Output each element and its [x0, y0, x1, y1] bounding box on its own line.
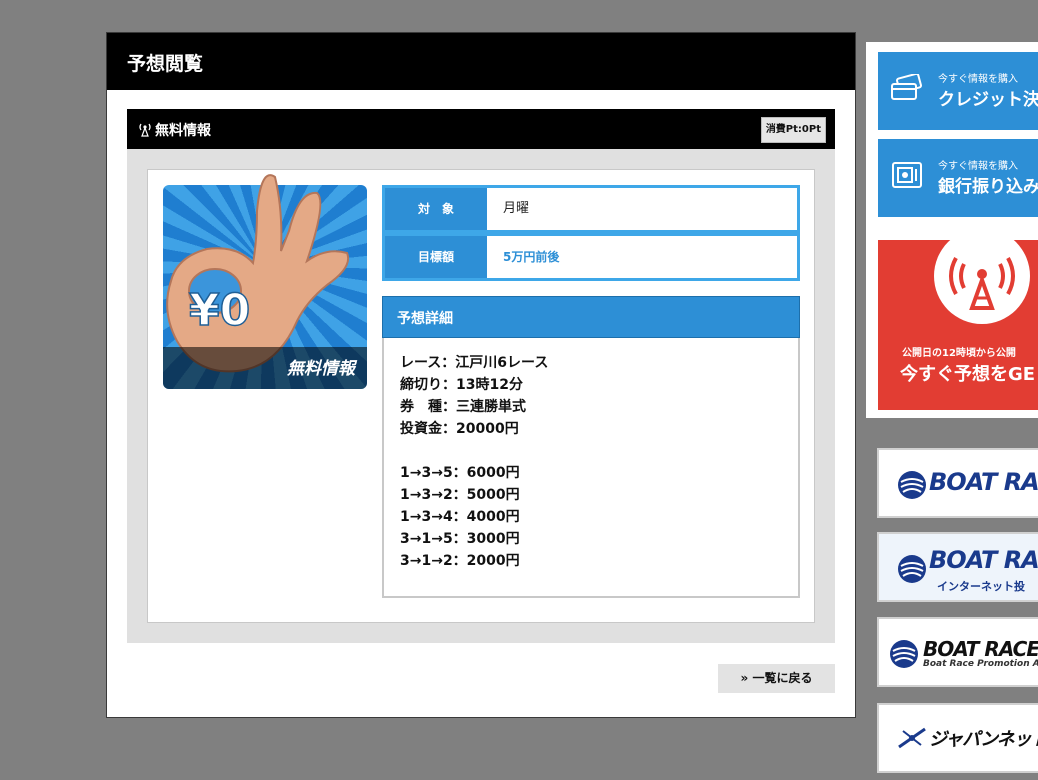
purchase-sidebar: 今すぐ情報を購入 クレジット決 今すぐ情報を購入 銀行振り込み 公開日の12時頃… [866, 42, 1038, 418]
caption-band: 無料情報 [163, 347, 367, 389]
get-big-label: 今すぐ予想をGE [900, 364, 1036, 385]
bank-big-label: 銀行振り込み [938, 177, 1038, 197]
banner-text: BOAT RACE [929, 468, 1038, 496]
broadcast-badge [934, 240, 1030, 324]
back-to-list-button[interactable]: » 一覧に戻る [718, 664, 835, 693]
goal-value: 5万円前後 [503, 250, 560, 264]
banner-text: ジャパンネット銀 [929, 729, 1038, 750]
content-frame: ¥0 無料情報 対 象 月曜 目標額 5万円前後 予想詳細 レース：江戸川6レー… [127, 149, 835, 643]
detail-header: 予想詳細 [382, 296, 800, 338]
boatrace-banner[interactable]: BOAT RACE [877, 448, 1038, 518]
broadcast-icon [949, 257, 1015, 310]
japannet-bank-banner[interactable]: ジャパンネット銀 [877, 703, 1038, 773]
bet-line: 1→3→5：6000円 [400, 465, 520, 481]
deadline-line: 締切り：13時12分 [400, 377, 523, 393]
get-small-label: 公開日の12時頃から公開 [902, 348, 1016, 359]
bank-small-label: 今すぐ情報を購入 [938, 161, 1018, 172]
zero-yen-text: ¥0 [189, 285, 250, 336]
boatrace-logo-icon [898, 555, 926, 583]
banner-text: BOAT RACE [929, 546, 1038, 574]
banner-text: BOAT RACE振 [923, 637, 1038, 661]
target-row: 対 象 月曜 [382, 185, 800, 233]
credit-small-label: 今すぐ情報を購入 [938, 74, 1018, 85]
detail-title: 予想詳細 [397, 311, 453, 327]
safe-icon [892, 162, 922, 188]
content-card: ¥0 無料情報 対 象 月曜 目標額 5万円前後 予想詳細 レース：江戸川6レー… [147, 169, 815, 623]
forecast-view-panel: 予想閲覧 無料情報 消費Pt:0Pt ¥0 無料情報 対 象 月曜 目標額 5万… [106, 32, 856, 718]
boatrace-logo-icon [898, 471, 926, 499]
points-badge: 消費Pt:0Pt [760, 117, 826, 143]
bet-line: 3→1→2：2000円 [400, 553, 520, 569]
target-value: 月曜 [503, 201, 530, 216]
credit-card-icon [891, 74, 922, 100]
boatrace-internet-banner[interactable]: BOAT RACE インターネット投 [877, 532, 1038, 602]
race-line: レース：江戸川6レース [400, 355, 549, 371]
boatrace-promotion-banner[interactable]: BOAT RACE振 Boat Race Promotion Asso [877, 617, 1038, 687]
free-info-image: ¥0 無料情報 [163, 174, 367, 389]
banner-subtext: インターネット投 [937, 580, 1025, 593]
page-title: 予想閲覧 [127, 53, 204, 75]
goal-label: 目標額 [385, 236, 487, 278]
bet-line: 1→3→4：4000円 [400, 509, 520, 525]
bet-line: 1→3→2：5000円 [400, 487, 520, 503]
antenna-icon [139, 123, 151, 137]
bank-transfer-button[interactable]: 今すぐ情報を購入 銀行振り込み [878, 139, 1038, 217]
goal-row: 目標額 5万円前後 [382, 233, 800, 281]
credit-payment-button[interactable]: 今すぐ情報を購入 クレジット決 [878, 52, 1038, 130]
investment-line: 投資金：20000円 [400, 421, 519, 437]
japannet-logo-icon [898, 727, 926, 749]
banner-subtext: Boat Race Promotion Asso [923, 659, 1038, 669]
ticket-type-line: 券 種：三連勝単式 [400, 399, 526, 415]
target-label: 対 象 [385, 188, 487, 230]
boatrace-logo-icon [890, 640, 918, 668]
get-forecast-button[interactable]: 公開日の12時頃から公開 今すぐ予想をGE [878, 240, 1038, 410]
free-image-caption: 無料情報 [287, 359, 355, 379]
credit-big-label: クレジット決 [938, 90, 1038, 110]
page-header: 予想閲覧 [107, 33, 855, 90]
bet-line: 3→1→5：3000円 [400, 531, 520, 547]
section-header: 無料情報 消費Pt:0Pt [127, 109, 835, 149]
detail-body: レース：江戸川6レース 締切り：13時12分 券 種：三連勝単式 投資金：200… [382, 338, 800, 598]
section-title: 無料情報 [155, 123, 211, 139]
